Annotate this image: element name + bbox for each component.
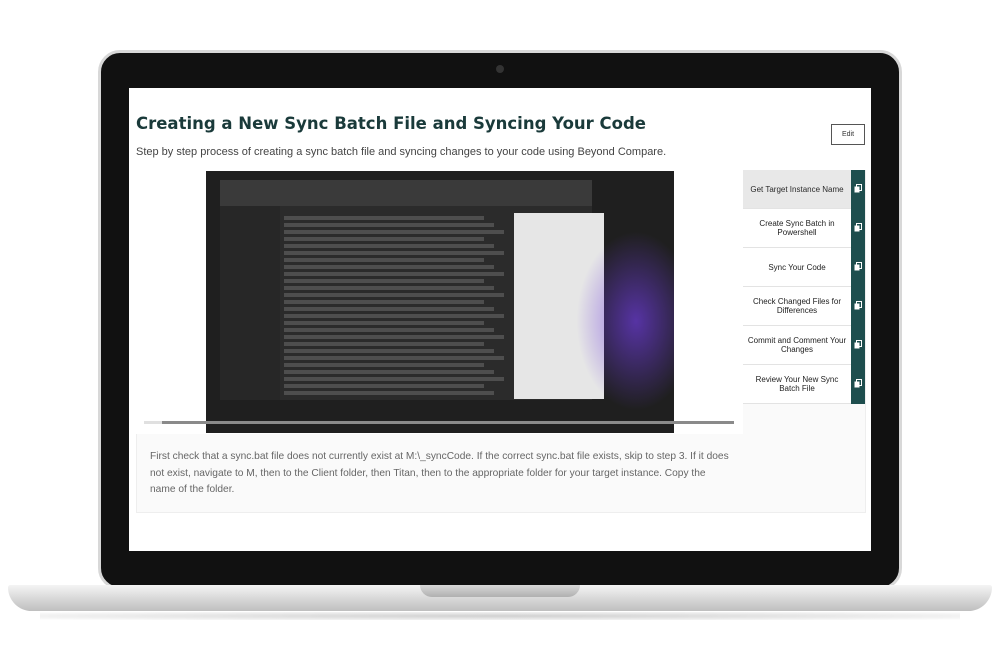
copy-icon <box>854 301 862 310</box>
laptop-shadow <box>40 612 960 620</box>
video-thumbnail-row <box>284 370 494 374</box>
video-time: 0:00 / 6:44 <box>160 405 194 412</box>
edit-button[interactable]: Edit <box>831 124 865 145</box>
video-controls: ▶ 0:00 / 6:44 ⋮ <box>136 400 743 434</box>
video-thumbnail-row <box>284 237 484 241</box>
step-label: Check Changed Files for Differences <box>752 297 842 315</box>
video-progress-fill <box>144 421 162 424</box>
step-tab[interactable] <box>851 209 865 248</box>
video-thumbnail-row <box>284 300 484 304</box>
more-vertical-icon[interactable]: ⋮ <box>728 404 738 416</box>
video-thumbnail-row <box>284 265 494 269</box>
video-frame[interactable] <box>206 171 674 433</box>
step-list: Get Target Instance Name Create Sync Bat… <box>743 170 865 404</box>
video-thumbnail-row <box>284 258 484 262</box>
step-tab[interactable] <box>851 287 865 326</box>
step-item[interactable]: Sync Your Code <box>743 248 865 287</box>
step-label: Sync Your Code <box>768 262 826 272</box>
step-label: Review Your New Sync Batch File <box>755 375 839 393</box>
page-title: Creating a New Sync Batch File and Synci… <box>136 114 646 133</box>
step-label: Get Target Instance Name <box>750 184 844 194</box>
copy-icon <box>854 184 862 193</box>
video-thumbnail-row <box>284 384 484 388</box>
video-thumbnail-toolbar <box>220 180 592 206</box>
video-thumbnail-row <box>284 293 504 297</box>
volume-muted-icon[interactable] <box>686 404 696 416</box>
video-thumbnail-sidebar <box>220 206 280 400</box>
laptop-screen: Creating a New Sync Batch File and Synci… <box>129 88 871 551</box>
video-thumbnail-row <box>284 230 504 234</box>
copy-icon <box>854 340 862 349</box>
video-thumbnail-row <box>284 286 494 290</box>
step-item[interactable]: Get Target Instance Name <box>743 170 865 209</box>
step-item[interactable]: Review Your New Sync Batch File <box>743 365 865 404</box>
video-thumbnail-row <box>284 314 504 318</box>
video-thumbnail-row <box>284 223 494 227</box>
video-thumbnail-row <box>284 391 494 395</box>
step-label: Commit and Comment Your Changes <box>747 336 847 354</box>
video-thumbnail-row <box>284 335 504 339</box>
video-thumbnail-row <box>284 363 484 367</box>
laptop-frame: Creating a New Sync Batch File and Synci… <box>0 0 1000 667</box>
video-player[interactable]: ▶ 0:00 / 6:44 ⋮ <box>136 170 743 434</box>
step-tab[interactable] <box>851 326 865 365</box>
laptop-base-notch <box>420 585 580 597</box>
copy-icon <box>854 262 862 271</box>
video-thumbnail-row <box>284 349 494 353</box>
video-thumbnail-row <box>284 279 484 283</box>
video-thumbnail-row <box>284 377 504 381</box>
video-thumbnail-row <box>284 321 484 325</box>
video-thumbnail-row <box>284 328 494 332</box>
video-thumbnail <box>220 180 604 400</box>
video-progress-bar[interactable] <box>144 421 734 424</box>
video-thumbnail-row <box>284 251 504 255</box>
webcam <box>496 65 504 73</box>
copy-icon <box>854 223 862 232</box>
video-thumbnail-row <box>284 216 484 220</box>
step-item[interactable]: Check Changed Files for Differences <box>743 287 865 326</box>
step-tab[interactable] <box>851 170 865 209</box>
fullscreen-icon[interactable] <box>708 404 718 416</box>
video-thumbnail-row <box>284 307 494 311</box>
step-label: Create Sync Batch in Powershell <box>759 219 835 237</box>
video-thumbnail-row <box>284 272 504 276</box>
step-tab[interactable] <box>851 248 865 287</box>
step-item[interactable]: Commit and Comment Your Changes <box>743 326 865 365</box>
video-thumbnail-row <box>284 356 504 360</box>
play-icon[interactable]: ▶ <box>143 404 153 416</box>
copy-icon <box>854 379 862 388</box>
page-subtitle: Step by step process of creating a sync … <box>136 146 667 158</box>
step-item[interactable]: Create Sync Batch in Powershell <box>743 209 865 248</box>
step-instructions: First check that a sync.bat file does no… <box>150 451 729 495</box>
video-thumbnail-row <box>284 342 484 346</box>
step-tab[interactable] <box>851 365 865 404</box>
video-thumbnail-row <box>284 244 494 248</box>
video-thumbnail-glow <box>576 231 674 411</box>
